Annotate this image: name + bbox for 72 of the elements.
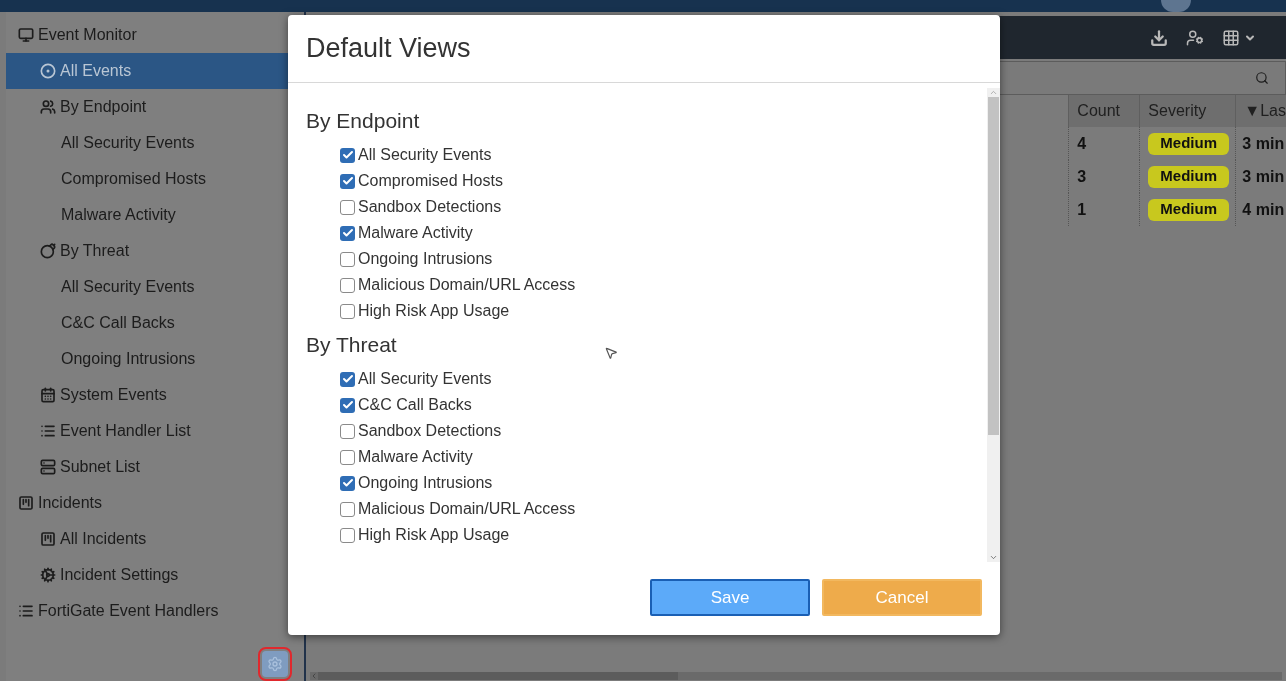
columns-button[interactable]: [1222, 28, 1256, 47]
checkbox[interactable]: [340, 225, 355, 241]
option-label[interactable]: Ongoing Intrusions: [358, 247, 493, 271]
grid-icon: [1222, 28, 1240, 47]
option-label[interactable]: Malware Activity: [358, 221, 473, 245]
sidebar-item[interactable]: Incident Settings: [6, 557, 305, 593]
sidebar-item[interactable]: By Threat: [6, 233, 305, 269]
column-header[interactable]: Count: [1068, 95, 1140, 127]
dialog-title: Default Views: [288, 15, 1000, 83]
sidebar-item[interactable]: FortiGate Event Handlers: [6, 593, 305, 629]
calendar-icon: [40, 387, 56, 403]
user-settings-icon[interactable]: [1186, 28, 1204, 47]
severity-badge: Medium: [1148, 132, 1230, 155]
gear-icon: [40, 567, 56, 583]
option-label[interactable]: Compromised Hosts: [358, 169, 503, 193]
checkbox[interactable]: [340, 173, 355, 189]
download-icon[interactable]: [1150, 28, 1168, 47]
option-label[interactable]: Malicious Domain/URL Access: [358, 273, 576, 297]
sidebar-item[interactable]: System Events: [6, 377, 305, 413]
option-label[interactable]: C&C Call Backs: [358, 393, 472, 417]
option-label[interactable]: Malicious Domain/URL Access: [358, 497, 576, 521]
table-cell: 4 min: [1235, 193, 1286, 226]
arrow-up-icon: [989, 88, 998, 97]
option-label[interactable]: High Risk App Usage: [358, 523, 510, 547]
option-label[interactable]: Sandbox Detections: [358, 195, 502, 219]
monitor-icon: [18, 27, 34, 43]
checkbox[interactable]: [340, 527, 355, 543]
sidebar-item[interactable]: By Endpoint: [6, 89, 305, 125]
column-header[interactable]: ▼Las: [1235, 95, 1286, 127]
vertical-scrollbar[interactable]: [987, 88, 1000, 562]
table-cell: 1: [1068, 193, 1140, 226]
checkbox[interactable]: [340, 449, 355, 465]
section-heading: By Endpoint: [306, 108, 420, 135]
checkbox[interactable]: [340, 423, 355, 439]
severity-badge: Medium: [1148, 165, 1230, 188]
table-cell: 4: [1068, 127, 1140, 160]
checkbox[interactable]: [340, 397, 355, 413]
table-cell: 3 min: [1235, 127, 1286, 160]
mouse-cursor-icon: [604, 346, 618, 360]
sidebar-item[interactable]: Event Handler List: [6, 413, 305, 449]
horizontal-scrollbar[interactable]: [310, 672, 1282, 680]
option-label[interactable]: High Risk App Usage: [358, 299, 510, 323]
sidebar-item[interactable]: Subnet List: [6, 449, 305, 485]
sidebar-item[interactable]: All Incidents: [6, 521, 305, 557]
section-heading: By Threat: [306, 332, 397, 359]
option-label[interactable]: Ongoing Intrusions: [358, 471, 493, 495]
checkbox[interactable]: [340, 475, 355, 491]
option-label[interactable]: Sandbox Detections: [358, 419, 502, 443]
settings-icon: [267, 656, 283, 672]
severity-badge: Medium: [1148, 198, 1230, 221]
avatar-icon: [1161, 0, 1191, 12]
table-cell: 3: [1068, 160, 1140, 193]
arrow-down-icon: [989, 553, 998, 562]
checkbox[interactable]: [340, 251, 355, 267]
checkbox[interactable]: [340, 501, 355, 517]
option-label[interactable]: All Security Events: [358, 143, 492, 167]
table-cell: 3 min: [1235, 160, 1286, 193]
checkbox[interactable]: [340, 147, 355, 163]
users-icon: [40, 99, 56, 115]
checkbox[interactable]: [340, 277, 355, 293]
checkbox[interactable]: [340, 303, 355, 319]
bomb-icon: [40, 243, 56, 259]
column-header[interactable]: Severity: [1139, 95, 1236, 127]
option-label[interactable]: Malware Activity: [358, 445, 473, 469]
checkbox[interactable]: [340, 371, 355, 387]
save-button[interactable]: Save: [650, 579, 810, 616]
sidebar-item[interactable]: Incidents: [6, 485, 305, 521]
list-icon: [40, 423, 56, 439]
option-label[interactable]: All Security Events: [358, 367, 492, 391]
list-icon: [18, 603, 34, 619]
search-icon: [1255, 71, 1269, 85]
checkbox[interactable]: [340, 199, 355, 215]
